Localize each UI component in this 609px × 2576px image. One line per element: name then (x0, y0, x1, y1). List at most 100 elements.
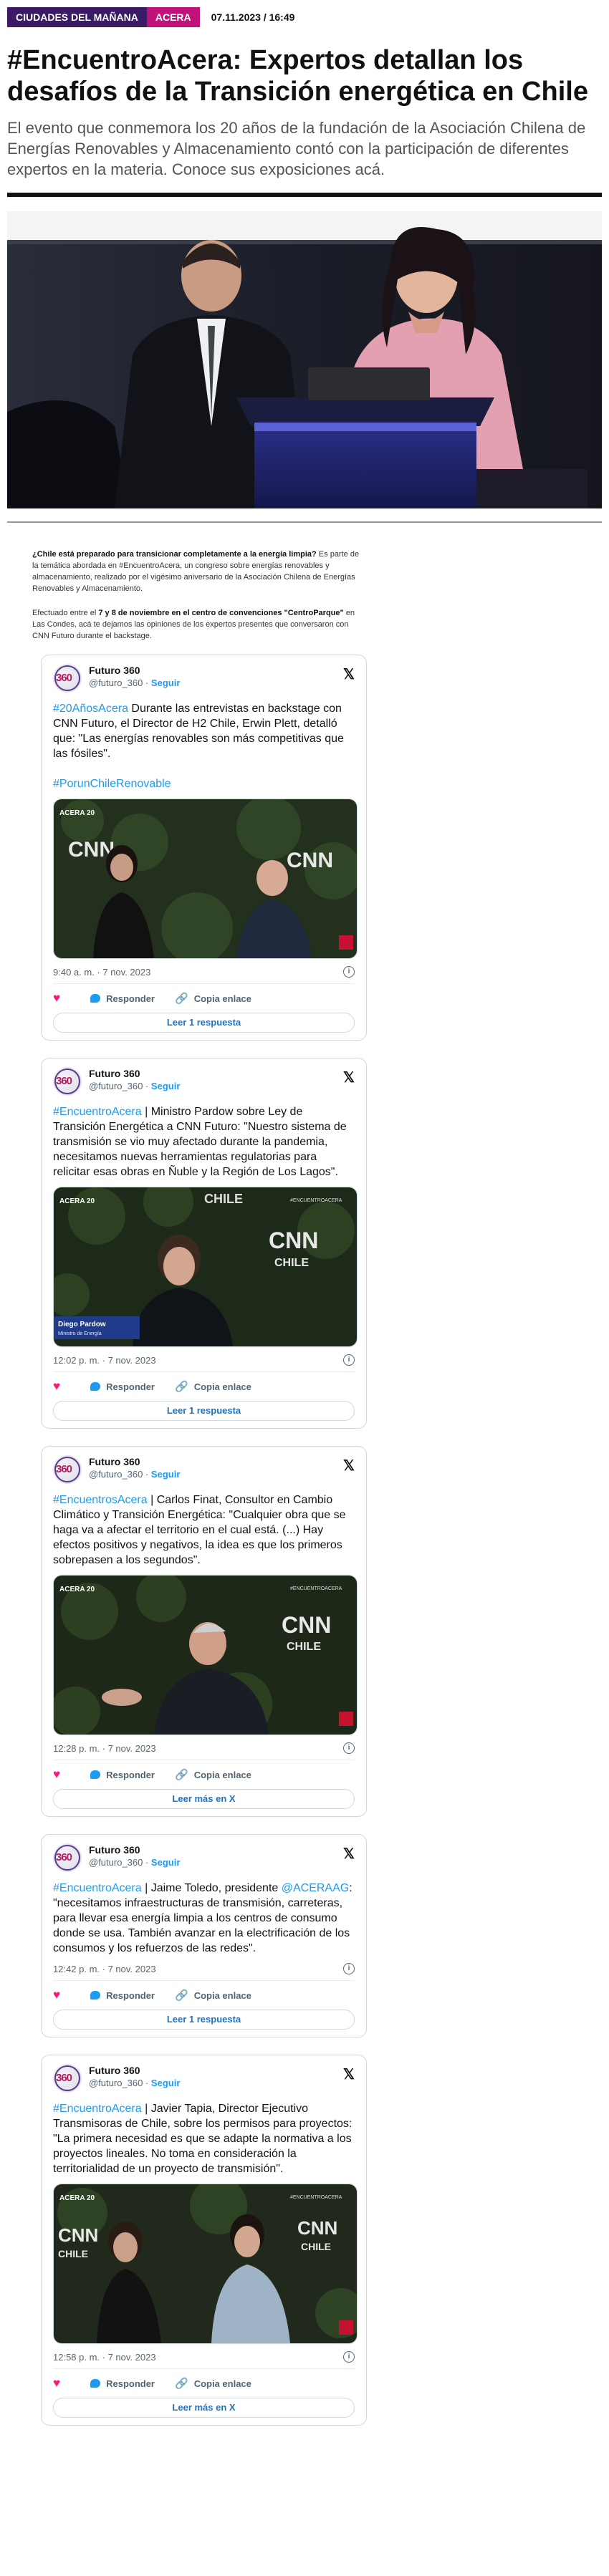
info-icon[interactable]: i (343, 1354, 355, 1366)
reply-button[interactable]: Responder (83, 993, 155, 1004)
reply-button[interactable]: Responder (83, 1990, 155, 2001)
follow-button[interactable]: Seguir (151, 1857, 180, 1868)
paragraph: ¿Chile está preparado para transicionar … (32, 549, 365, 594)
avatar[interactable]: 360 (53, 2064, 82, 2093)
author-handle[interactable]: @futuro_360 (89, 2078, 143, 2088)
read-more-button[interactable]: Leer 1 respuesta (53, 2010, 355, 2030)
tweet-media[interactable]: ACERA 20 #ENCUENTROACERA CNN CHILE CNN C… (53, 2184, 358, 2344)
info-icon[interactable]: i (343, 1742, 355, 1754)
reply-button[interactable]: Responder (83, 1770, 155, 1780)
read-more-button[interactable]: Leer más en X (53, 1789, 355, 1809)
country-label: CHILE (301, 2241, 331, 2252)
like-button[interactable]: ♥ (53, 1379, 63, 1394)
like-button[interactable]: ♥ (53, 1767, 63, 1782)
tweet-timestamp[interactable]: 9:40 a. m. · 7 nov. 2023 (53, 967, 150, 978)
author-name[interactable]: Futuro 360 (89, 2064, 180, 2077)
tweet-embed[interactable]: 360 Futuro 360 @futuro_360 · Seguir 𝕏 #E… (41, 1058, 367, 1429)
info-icon[interactable]: i (343, 2351, 355, 2363)
reply-button[interactable]: Responder (83, 2378, 155, 2389)
author-name[interactable]: Futuro 360 (89, 1067, 180, 1080)
hashtag-link[interactable]: #EncuentrosAcera (53, 1494, 148, 1506)
tweet-header: 360 Futuro 360 @futuro_360 · Seguir 𝕏 (53, 1843, 355, 1875)
info-icon[interactable]: i (343, 966, 355, 978)
media-illustration: ACERA 20 CHILE #ENCUENTROACERA CNN CHILE… (54, 1187, 357, 1346)
media-illustration: ACERA 20 #ENCUENTROACERA CNN CHILE CNN C… (54, 2184, 357, 2343)
author-name[interactable]: Futuro 360 (89, 664, 180, 677)
section-tag[interactable]: CIUDADES DEL MAÑANA (7, 7, 147, 27)
copy-link-label: Copia enlace (193, 993, 251, 1004)
author-name[interactable]: Futuro 360 (89, 1455, 180, 1468)
cnn-logo: CNN (58, 2224, 98, 2246)
x-logo-icon[interactable]: 𝕏 (343, 1068, 355, 1086)
tweet-media[interactable]: ACERA 20 #ENCUENTROACERA CNN CHILE (53, 1575, 358, 1735)
tweet-timestamp[interactable]: 12:42 p. m. · 7 nov. 2023 (53, 1964, 156, 1974)
like-button[interactable]: ♥ (53, 2376, 63, 2391)
hashtag-link[interactable]: #PorunChileRenovable (53, 778, 171, 790)
copy-link-label: Copia enlace (193, 2378, 251, 2389)
follow-button[interactable]: Seguir (151, 1469, 180, 1480)
reply-button[interactable]: Responder (83, 1381, 155, 1392)
tweet-media[interactable]: ACERA 20 CHILE #ENCUENTROACERA CNN CHILE… (53, 1187, 358, 1347)
media-illustration: ACERA 20 CNN CNN (54, 799, 357, 958)
divider (53, 1371, 355, 1372)
like-button[interactable]: ♥ (53, 991, 63, 1005)
category-tag[interactable]: ACERA (146, 7, 200, 27)
avatar-text: 360 (56, 1851, 72, 1863)
x-logo-icon[interactable]: 𝕏 (343, 2065, 355, 2083)
embedded-tweets: 360 Futuro 360 @futuro_360 · Seguir 𝕏 #2… (41, 655, 367, 2426)
author-handle[interactable]: @futuro_360 (89, 1469, 143, 1480)
divider (53, 1980, 355, 1981)
hashtag-watermark: #ENCUENTROACERA (290, 1586, 342, 1591)
x-logo-icon[interactable]: 𝕏 (343, 1845, 355, 1863)
author-handle[interactable]: @futuro_360 (89, 1081, 143, 1091)
hashtag-link[interactable]: #EncuentroAcera (53, 1106, 142, 1118)
link-icon: 🔗 (175, 1769, 188, 1781)
copy-link-button[interactable]: 🔗 Copia enlace (175, 1768, 251, 1781)
tweet-embed[interactable]: 360 Futuro 360 @futuro_360 · Seguir 𝕏 #E… (41, 1834, 367, 2037)
author-name[interactable]: Futuro 360 (89, 1843, 180, 1856)
tweet-text: #EncuentrosAcera | Carlos Finat, Consult… (53, 1492, 355, 1568)
tweet-embed[interactable]: 360 Futuro 360 @futuro_360 · Seguir 𝕏 #2… (41, 655, 367, 1041)
avatar[interactable]: 360 (53, 1067, 82, 1096)
copy-link-button[interactable]: 🔗 Copia enlace (175, 1989, 251, 2002)
follow-button[interactable]: Seguir (151, 1081, 180, 1091)
tweet-embed[interactable]: 360 Futuro 360 @futuro_360 · Seguir 𝕏 #E… (41, 2055, 367, 2426)
author-handle[interactable]: @futuro_360 (89, 677, 143, 688)
hashtag-link[interactable]: #EncuentroAcera (53, 2103, 142, 2115)
info-icon[interactable]: i (343, 1963, 355, 1974)
reply-label: Responder (106, 1381, 155, 1392)
read-more-button[interactable]: Leer más en X (53, 2398, 355, 2418)
avatar[interactable]: 360 (53, 1455, 82, 1484)
avatar[interactable]: 360 (53, 1843, 82, 1872)
reply-icon (90, 994, 101, 1003)
read-more-button[interactable]: Leer 1 respuesta (53, 1013, 355, 1033)
copy-link-button[interactable]: 🔗 Copia enlace (175, 992, 251, 1005)
tweet-timestamp[interactable]: 12:58 p. m. · 7 nov. 2023 (53, 2352, 156, 2363)
hashtag-link[interactable]: #20AñosAcera (53, 703, 128, 715)
avatar[interactable]: 360 (53, 664, 82, 693)
author-handle[interactable]: @futuro_360 (89, 1857, 143, 1868)
article-body: ¿Chile está preparado para transicionar … (32, 549, 365, 642)
heart-icon: ♥ (53, 1988, 61, 2002)
tweet-actions: ♥ Responder 🔗 Copia enlace (53, 2375, 355, 2392)
copy-link-button[interactable]: 🔗 Copia enlace (175, 1380, 251, 1393)
x-logo-icon[interactable]: 𝕏 (343, 1457, 355, 1475)
tweet-text: #EncuentroAcera | Javier Tapia, Director… (53, 2101, 355, 2176)
reply-label: Responder (106, 993, 155, 1004)
divider (53, 983, 355, 984)
hashtag-link[interactable]: #EncuentroAcera (53, 1882, 142, 1894)
follow-button[interactable]: Seguir (151, 677, 180, 688)
tweet-media[interactable]: ACERA 20 CNN CNN (53, 799, 358, 959)
tweet-timestamp[interactable]: 12:02 p. m. · 7 nov. 2023 (53, 1355, 156, 1366)
mention-link[interactable]: @ACERAAG (282, 1882, 349, 1894)
tweet-timestamp[interactable]: 12:28 p. m. · 7 nov. 2023 (53, 1743, 156, 1754)
copy-link-button[interactable]: 🔗 Copia enlace (175, 2377, 251, 2390)
tweet-embed[interactable]: 360 Futuro 360 @futuro_360 · Seguir 𝕏 #E… (41, 1446, 367, 1817)
x-logo-icon[interactable]: 𝕏 (343, 665, 355, 683)
like-button[interactable]: ♥ (53, 1988, 63, 2002)
lower-third-role: Ministro de Energía (58, 1331, 102, 1336)
tweet-header: 360 Futuro 360 @futuro_360 · Seguir 𝕏 (53, 664, 355, 695)
reply-label: Responder (106, 1769, 155, 1780)
read-more-button[interactable]: Leer 1 respuesta (53, 1401, 355, 1421)
follow-button[interactable]: Seguir (151, 2078, 180, 2088)
